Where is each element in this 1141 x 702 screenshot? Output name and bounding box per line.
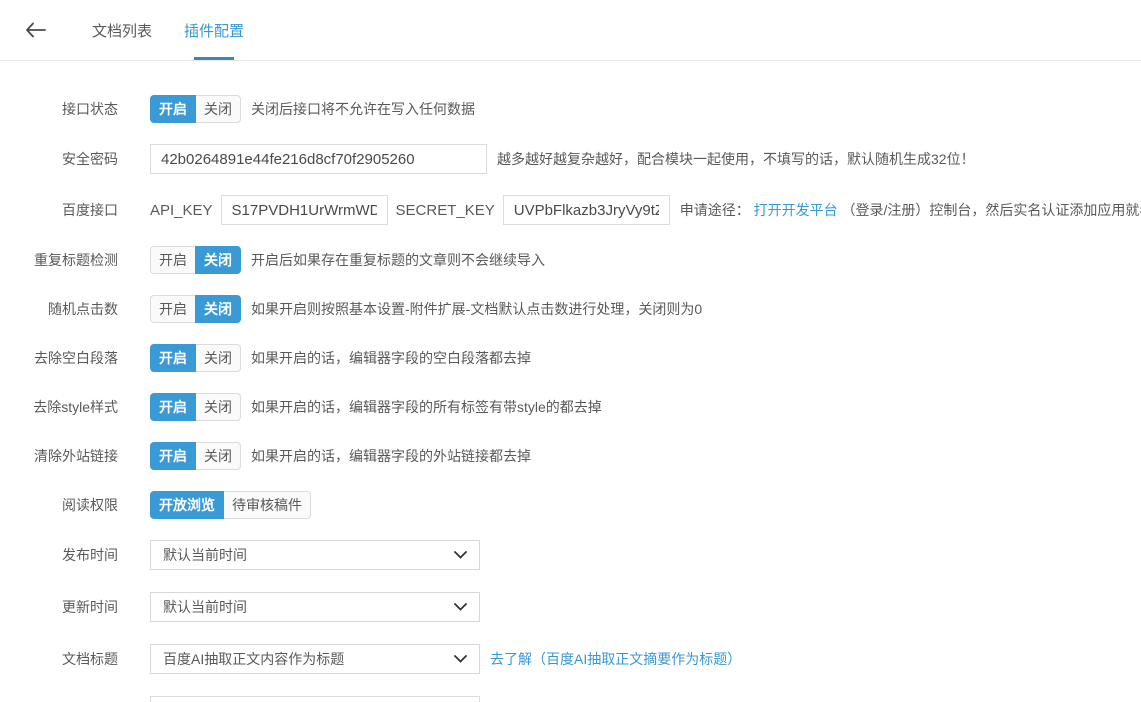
field-hint: 如果开启则按照基本设置-附件扩展-文档默认点击数进行处理，关闭则为0	[251, 299, 702, 319]
update-time-select[interactable]: 默认当前时间	[150, 592, 480, 622]
field-label: 接口状态	[0, 99, 118, 119]
form-row-interface-status: 接口状态 开启 关闭 关闭后接口将不允许在写入任何数据	[0, 95, 1141, 123]
toggle-off-button[interactable]: 关闭	[195, 393, 241, 421]
selected-value: 默认当前时间	[163, 597, 247, 617]
partial-input[interactable]	[150, 696, 480, 702]
form-row-clear-external-links: 清除外站链接 开启 关闭 如果开启的话，编辑器字段的外站链接都去掉	[0, 442, 1141, 470]
learn-more-link[interactable]: 去了解（百度AI抽取正文摘要作为标题）	[490, 649, 741, 669]
field-label: 更新时间	[0, 597, 118, 617]
toggle-on-button[interactable]: 开启	[150, 442, 196, 470]
field-hint: 越多越好越复杂越好，配合模块一起使用，不填写的话，默认随机生成32位！	[497, 149, 975, 169]
read-permission-toggle: 开放浏览 待审核稿件	[150, 491, 311, 519]
form-row-security-password: 安全密码 越多越好越复杂越好，配合模块一起使用，不填写的话，默认随机生成32位！	[0, 144, 1141, 174]
toggle-off-button[interactable]: 关闭	[195, 344, 241, 372]
field-label: 随机点击数	[0, 299, 118, 319]
chevron-down-icon	[454, 655, 467, 663]
field-label: 去除空白段落	[0, 348, 118, 368]
security-password-input[interactable]	[150, 144, 487, 174]
pending-review-button[interactable]: 待审核稿件	[223, 491, 311, 519]
apply-path-suffix: （登录/注册）控制台，然后实名认证添加应用就看到了！	[842, 202, 1141, 218]
toggle-off-button[interactable]: 关闭	[195, 442, 241, 470]
toggle-off-button[interactable]: 关闭	[195, 246, 241, 274]
secret-key-label: SECRET_KEY	[396, 202, 495, 219]
clear-links-toggle: 开启 关闭	[150, 442, 241, 470]
form-row-update-time: 更新时间 默认当前时间	[0, 592, 1141, 622]
secret-key-input[interactable]	[503, 195, 670, 225]
open-dev-platform-link[interactable]: 打开开发平台	[754, 202, 838, 218]
chevron-down-icon	[454, 603, 467, 611]
field-label: 安全密码	[0, 149, 118, 169]
form-row-doc-title: 文档标题 百度AI抽取正文内容作为标题 去了解（百度AI抽取正文摘要作为标题）	[0, 644, 1141, 674]
field-label: 百度接口	[0, 200, 118, 220]
tabs: 文档列表 插件配置	[88, 0, 272, 60]
apply-path-text: 申请途径：	[680, 202, 750, 218]
selected-value: 百度AI抽取正文内容作为标题	[163, 649, 344, 669]
toggle-off-button[interactable]: 关闭	[195, 95, 241, 123]
publish-time-select[interactable]: 默认当前时间	[150, 540, 480, 570]
toggle-off-button[interactable]: 关闭	[195, 295, 241, 323]
back-arrow-icon	[25, 22, 46, 38]
remove-blank-toggle: 开启 关闭	[150, 344, 241, 372]
form-row-remove-style: 去除style样式 开启 关闭 如果开启的话，编辑器字段的所有标签有带style…	[0, 393, 1141, 421]
form-row-baidu-api: 百度接口 API_KEY SECRET_KEY 申请途径： 打开开发平台 （登录…	[0, 195, 1141, 225]
doc-title-select[interactable]: 百度AI抽取正文内容作为标题	[150, 644, 480, 674]
form-row-duplicate-title-check: 重复标题检测 开启 关闭 开启后如果存在重复标题的文章则不会继续导入	[0, 246, 1141, 274]
remove-style-toggle: 开启 关闭	[150, 393, 241, 421]
field-hint: 申请途径： 打开开发平台 （登录/注册）控制台，然后实名认证添加应用就看到了！	[680, 200, 1141, 220]
tab-document-list[interactable]: 文档列表	[88, 0, 156, 60]
field-label: 重复标题检测	[0, 250, 118, 270]
field-label: 清除外站链接	[0, 446, 118, 466]
selected-value: 默认当前时间	[163, 545, 247, 565]
field-hint: 开启后如果存在重复标题的文章则不会继续导入	[251, 250, 545, 270]
chevron-down-icon	[454, 551, 467, 559]
form-row-partial	[0, 696, 1141, 702]
toggle-on-button[interactable]: 开启	[150, 246, 196, 274]
random-clicks-toggle: 开启 关闭	[150, 295, 241, 323]
field-label: 发布时间	[0, 545, 118, 565]
tab-plugin-config[interactable]: 插件配置	[180, 0, 248, 60]
field-label: 去除style样式	[0, 397, 118, 417]
toggle-on-button[interactable]: 开启	[150, 393, 196, 421]
field-hint: 如果开启的话，编辑器字段的空白段落都去掉	[251, 348, 531, 368]
api-key-input[interactable]	[221, 195, 388, 225]
form-row-publish-time: 发布时间 默认当前时间	[0, 540, 1141, 570]
tab-bar: 文档列表 插件配置	[0, 0, 1141, 61]
form-row-read-permission: 阅读权限 开放浏览 待审核稿件	[0, 491, 1141, 519]
plugin-config-form: 接口状态 开启 关闭 关闭后接口将不允许在写入任何数据 安全密码 越多越好越复杂…	[0, 61, 1141, 702]
toggle-on-button[interactable]: 开启	[150, 295, 196, 323]
toggle-on-button[interactable]: 开启	[150, 344, 196, 372]
back-button[interactable]	[22, 17, 48, 43]
field-label: 文档标题	[0, 649, 118, 669]
field-label: 阅读权限	[0, 495, 118, 515]
duplicate-title-toggle: 开启 关闭	[150, 246, 241, 274]
form-row-random-clicks: 随机点击数 开启 关闭 如果开启则按照基本设置-附件扩展-文档默认点击数进行处理…	[0, 295, 1141, 323]
api-key-label: API_KEY	[150, 202, 213, 219]
field-hint: 如果开启的话，编辑器字段的外站链接都去掉	[251, 446, 531, 466]
form-row-remove-blank-paragraphs: 去除空白段落 开启 关闭 如果开启的话，编辑器字段的空白段落都去掉	[0, 344, 1141, 372]
open-browse-button[interactable]: 开放浏览	[150, 491, 224, 519]
field-hint: 如果开启的话，编辑器字段的所有标签有带style的都去掉	[251, 397, 602, 417]
field-hint: 关闭后接口将不允许在写入任何数据	[251, 99, 475, 119]
toggle-on-button[interactable]: 开启	[150, 95, 196, 123]
interface-status-toggle: 开启 关闭	[150, 95, 241, 123]
